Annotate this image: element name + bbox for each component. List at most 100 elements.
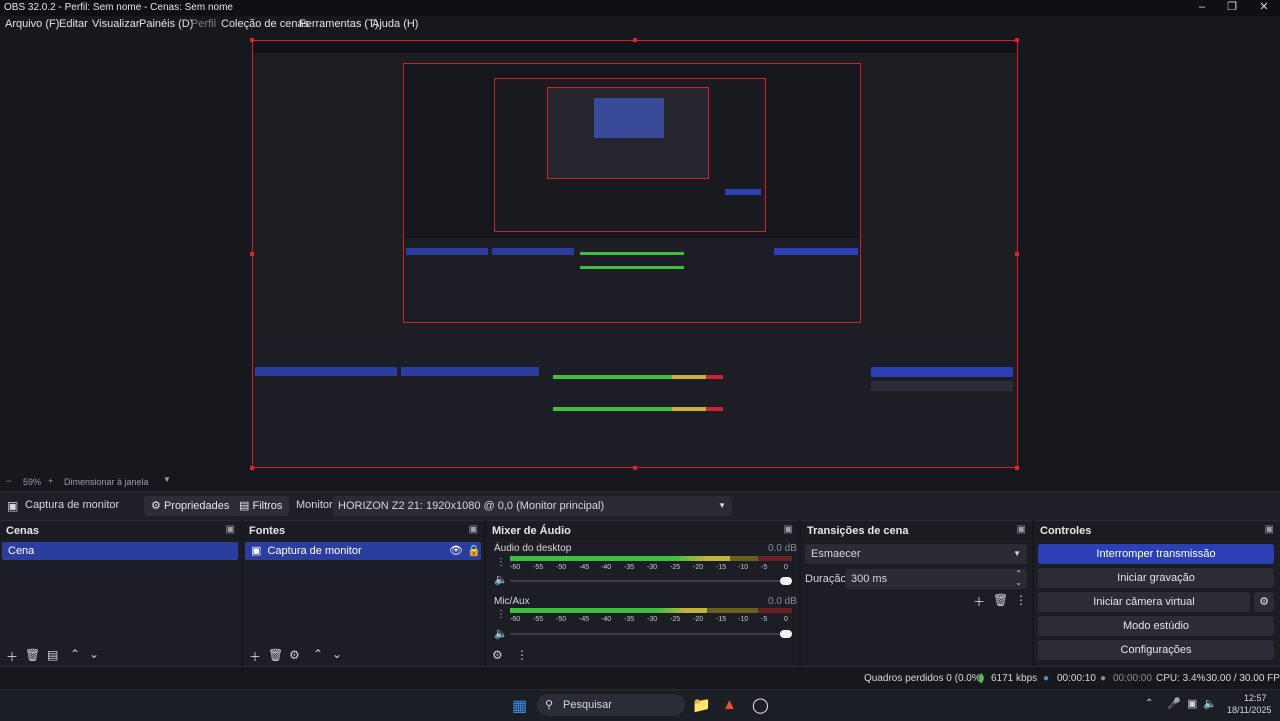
- spin-down-icon[interactable]: ⌄: [1015, 578, 1022, 587]
- menu-perfil[interactable]: Perfil: [191, 18, 216, 30]
- resize-handle[interactable]: [1015, 252, 1019, 256]
- move-down-icon[interactable]: ⌄: [89, 647, 99, 661]
- properties-button[interactable]: ⚙ Propriedades: [144, 496, 237, 516]
- settings-button[interactable]: Configurações: [1038, 640, 1274, 660]
- resize-handle[interactable]: [250, 38, 254, 42]
- trash-icon[interactable]: 🗑: [25, 648, 40, 662]
- resize-handle[interactable]: [250, 466, 254, 470]
- menu-editar[interactable]: Editar: [59, 18, 88, 30]
- start-recording-button[interactable]: Iniciar gravação: [1038, 568, 1274, 588]
- trash-icon[interactable]: 🗑: [268, 648, 283, 662]
- menu-ferramentas[interactable]: Ferramentas (T): [299, 18, 378, 30]
- kebab-menu-icon[interactable]: ⋮: [496, 557, 506, 568]
- volume-icon[interactable]: 🔈: [1203, 697, 1217, 710]
- meter-tick-label: -60: [510, 616, 521, 623]
- kebab-menu-icon[interactable]: ⋮: [496, 609, 506, 620]
- chevron-down-icon[interactable]: ▼: [163, 475, 171, 484]
- controls-dock-title: Controles: [1040, 525, 1092, 537]
- trash-icon[interactable]: 🗑: [993, 593, 1008, 607]
- maximize-icon[interactable]: ❐: [1216, 0, 1248, 16]
- resize-handle[interactable]: [633, 38, 637, 42]
- resize-handle[interactable]: [1015, 466, 1019, 470]
- meter-tick-label: -40: [601, 564, 612, 571]
- start-virtual-cam-button[interactable]: Iniciar câmera virtual: [1038, 592, 1250, 612]
- obs-app-icon[interactable]: ◯: [752, 696, 769, 714]
- duration-spinbox[interactable]: 300 ms ⌃ ⌄: [845, 569, 1027, 589]
- move-up-icon[interactable]: ⌃: [313, 647, 323, 661]
- volume-slider-knob[interactable]: [780, 630, 792, 638]
- filter-icon[interactable]: ▤: [47, 648, 58, 662]
- nested-titlebar: [253, 41, 1017, 53]
- undock-icon[interactable]: ▣: [784, 524, 793, 535]
- taskbar-search[interactable]: ⚲ Pesquisar: [537, 694, 685, 716]
- move-down-icon[interactable]: ⌄: [332, 647, 342, 661]
- scene-item[interactable]: Cena: [2, 542, 238, 560]
- volume-slider-knob[interactable]: [780, 577, 792, 585]
- transitions-dock: Transições de cena ▣ Esmaecer ▼ Duração …: [801, 520, 1032, 666]
- sources-dock-header: Fontes ▣: [243, 521, 484, 540]
- file-explorer-icon[interactable]: 📁: [692, 696, 711, 714]
- undock-icon[interactable]: ▣: [226, 524, 235, 535]
- meter-tick-label: -40: [601, 616, 612, 623]
- speaker-icon[interactable]: 🔈: [494, 573, 508, 586]
- meter-tick-label: -20: [693, 616, 704, 623]
- resize-handle[interactable]: [1015, 38, 1019, 42]
- kebab-menu-icon[interactable]: ⋮: [516, 648, 528, 662]
- nested-rec-btn: [871, 381, 1013, 391]
- menu-ajuda[interactable]: Ajuda (H): [372, 18, 418, 30]
- monitor-icon: ▣: [7, 499, 19, 513]
- zoom-mode[interactable]: Dimensionar à janela: [64, 477, 149, 487]
- source-item[interactable]: ▣ Captura de monitor 👁 🔒: [245, 542, 481, 560]
- zoom-out-button[interactable]: −: [6, 476, 11, 486]
- meter-tick-label: -15: [716, 564, 727, 571]
- menu-arquivo[interactable]: Arquivo (F): [5, 18, 59, 30]
- add-icon[interactable]: ＋: [973, 593, 985, 610]
- windows-start-icon[interactable]: ▦: [512, 696, 527, 716]
- undock-icon[interactable]: ▣: [469, 524, 478, 535]
- zoom-in-button[interactable]: +: [48, 476, 53, 486]
- menu-paineis[interactable]: Painéis (D): [139, 18, 193, 30]
- virtual-cam-settings-button[interactable]: ⚙: [1254, 592, 1274, 612]
- menu-visualizar[interactable]: Visualizar: [92, 18, 140, 30]
- undock-icon[interactable]: ▣: [1265, 524, 1274, 535]
- speaker-icon[interactable]: 🔈: [494, 627, 508, 640]
- meter-tick-label: -60: [510, 564, 521, 571]
- clock-date: 18/11/2025: [1227, 705, 1272, 715]
- lock-icon[interactable]: 🔒: [467, 542, 481, 560]
- audio-mixer-dock: Mixer de Áudio ▣ Áudio do desktop 0.0 dB…: [486, 520, 799, 666]
- properties-label: Propriedades: [163, 500, 230, 512]
- preview-source-frame[interactable]: [252, 40, 1018, 468]
- network-icon[interactable]: ▣: [1187, 697, 1197, 710]
- transition-select[interactable]: Esmaecer ▼: [805, 544, 1027, 564]
- filters-button[interactable]: ▤ Filtros: [232, 496, 290, 516]
- volume-slider-track[interactable]: [510, 580, 780, 582]
- advanced-audio-icon[interactable]: ⚙: [492, 648, 503, 662]
- scenes-dock: Cenas ▣ Cena ＋ 🗑 ▤ ⌃ ⌄: [0, 520, 241, 666]
- studio-mode-button[interactable]: Modo estúdio: [1038, 616, 1274, 636]
- undock-icon[interactable]: ▣: [1017, 524, 1026, 535]
- menu-colecao-cenas[interactable]: Coleção de cenas: [221, 18, 309, 30]
- volume-slider-track[interactable]: [510, 633, 780, 635]
- brave-browser-icon[interactable]: ▲: [722, 696, 737, 713]
- add-icon[interactable]: ＋: [6, 648, 18, 665]
- meter-tick-label: -20: [693, 564, 704, 571]
- kebab-menu-icon[interactable]: ⋮: [1015, 593, 1027, 607]
- resize-handle[interactable]: [250, 252, 254, 256]
- resize-handle[interactable]: [633, 466, 637, 470]
- spin-up-icon[interactable]: ⌃: [1015, 569, 1022, 578]
- eye-icon[interactable]: 👁: [449, 542, 463, 560]
- nested-button: [725, 189, 761, 195]
- scenes-dock-header: Cenas ▣: [0, 521, 241, 540]
- chevron-up-icon[interactable]: ⌃: [1145, 698, 1153, 709]
- add-icon[interactable]: ＋: [249, 648, 261, 665]
- stop-stream-button[interactable]: Interromper transmissão: [1038, 544, 1274, 564]
- microphone-icon[interactable]: 🎤: [1167, 697, 1181, 710]
- selected-source-name: Captura de monitor: [25, 499, 120, 511]
- monitor-select[interactable]: HORIZON Z2 21: 1920x1080 @ 0,0 (Monitor …: [333, 496, 732, 516]
- scene-item-label: Cena: [8, 545, 35, 557]
- close-icon[interactable]: ✕: [1248, 0, 1280, 16]
- gear-icon[interactable]: ⚙: [289, 648, 300, 662]
- minimize-icon[interactable]: –: [1186, 0, 1218, 16]
- fps: 30.00 / 30.00 FPS: [1206, 673, 1280, 684]
- move-up-icon[interactable]: ⌃: [70, 647, 80, 661]
